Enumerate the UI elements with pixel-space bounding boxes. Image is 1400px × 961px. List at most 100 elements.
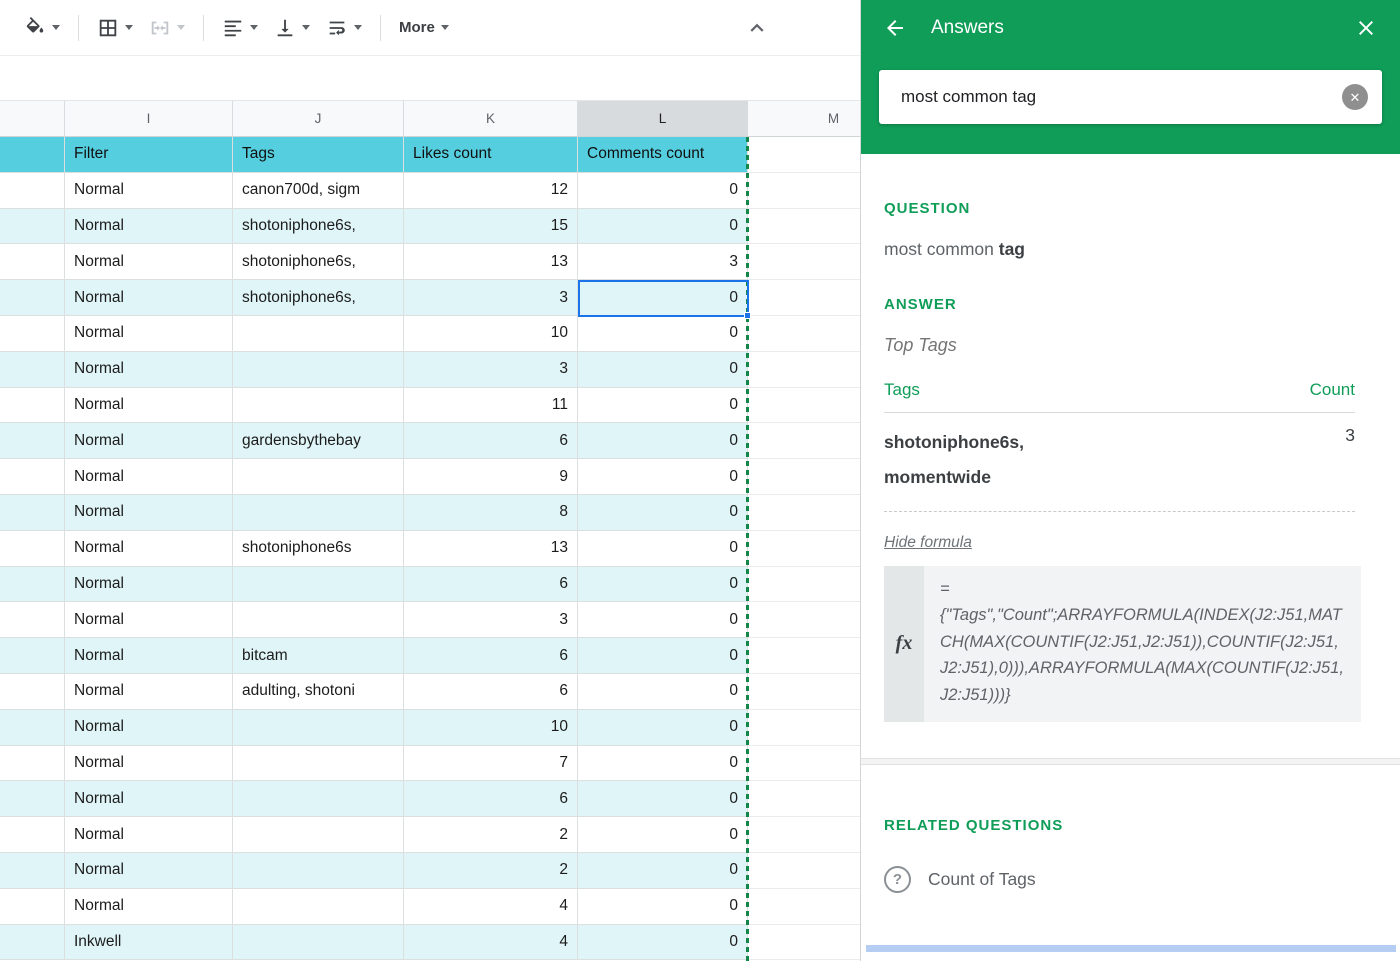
text-wrap-button[interactable] bbox=[318, 11, 370, 45]
cell[interactable] bbox=[0, 352, 65, 388]
cell[interactable] bbox=[0, 889, 65, 925]
cell[interactable]: 4 bbox=[404, 925, 578, 961]
borders-button[interactable] bbox=[89, 11, 141, 45]
horizontal-scrollbar[interactable] bbox=[866, 945, 1396, 952]
cell[interactable]: 0 bbox=[578, 423, 748, 459]
cell[interactable]: bitcam bbox=[233, 638, 404, 674]
cell[interactable]: Normal bbox=[65, 173, 233, 209]
cell[interactable]: canon700d, sigm bbox=[233, 173, 404, 209]
cell[interactable] bbox=[748, 352, 860, 388]
chevron-down-icon[interactable] bbox=[250, 25, 258, 30]
cell[interactable] bbox=[748, 531, 860, 567]
cell[interactable]: 0 bbox=[578, 674, 748, 710]
cell[interactable] bbox=[0, 710, 65, 746]
related-question-item[interactable]: ? Count of Tags bbox=[884, 866, 1355, 893]
chevron-down-icon[interactable] bbox=[354, 25, 362, 30]
cell[interactable]: Normal bbox=[65, 423, 233, 459]
search-box[interactable]: ✕ bbox=[879, 70, 1382, 124]
cell[interactable]: shotoniphone6s, bbox=[233, 280, 404, 316]
cell[interactable] bbox=[748, 746, 860, 782]
cell[interactable] bbox=[0, 388, 65, 424]
cell[interactable] bbox=[748, 388, 860, 424]
cell[interactable] bbox=[0, 244, 65, 280]
cell[interactable] bbox=[233, 567, 404, 603]
cell[interactable] bbox=[748, 602, 860, 638]
cell[interactable] bbox=[0, 423, 65, 459]
cell[interactable]: Normal bbox=[65, 638, 233, 674]
cell[interactable]: 0 bbox=[578, 710, 748, 746]
cell[interactable]: 0 bbox=[578, 209, 748, 245]
cell[interactable]: Normal bbox=[65, 710, 233, 746]
cell[interactable]: 0 bbox=[578, 173, 748, 209]
cell[interactable]: 13 bbox=[404, 244, 578, 280]
cell[interactable]: 7 bbox=[404, 746, 578, 782]
cell[interactable]: Normal bbox=[65, 674, 233, 710]
cell[interactable]: 0 bbox=[578, 602, 748, 638]
cell[interactable] bbox=[748, 817, 860, 853]
merge-cells-button[interactable] bbox=[141, 11, 193, 45]
cell[interactable]: Normal bbox=[65, 781, 233, 817]
column-header[interactable] bbox=[0, 100, 65, 137]
cell[interactable]: 0 bbox=[578, 567, 748, 603]
cell[interactable]: 6 bbox=[404, 423, 578, 459]
column-header-J[interactable]: J bbox=[233, 100, 404, 137]
cell[interactable] bbox=[0, 567, 65, 603]
cell[interactable]: Normal bbox=[65, 567, 233, 603]
cell-comments-header[interactable]: Comments count bbox=[578, 137, 748, 173]
cell[interactable] bbox=[233, 746, 404, 782]
cell[interactable]: 6 bbox=[404, 781, 578, 817]
cell[interactable]: 4 bbox=[404, 889, 578, 925]
cell[interactable]: 6 bbox=[404, 638, 578, 674]
cell[interactable] bbox=[748, 173, 860, 209]
cell[interactable]: Normal bbox=[65, 495, 233, 531]
chevron-down-icon[interactable] bbox=[441, 25, 449, 30]
cell[interactable]: 0 bbox=[578, 746, 748, 782]
cell[interactable] bbox=[233, 316, 404, 352]
cell[interactable]: 2 bbox=[404, 853, 578, 889]
cell[interactable]: 3 bbox=[578, 244, 748, 280]
cell[interactable] bbox=[748, 853, 860, 889]
cell[interactable] bbox=[0, 853, 65, 889]
cell[interactable]: 0 bbox=[578, 316, 748, 352]
cell[interactable]: Normal bbox=[65, 853, 233, 889]
column-header-L-selected[interactable]: L bbox=[578, 100, 748, 137]
cell[interactable]: Normal bbox=[65, 316, 233, 352]
cell[interactable] bbox=[0, 173, 65, 209]
cell[interactable] bbox=[748, 137, 860, 173]
cell[interactable] bbox=[233, 495, 404, 531]
cell[interactable]: 0 bbox=[578, 781, 748, 817]
hide-formula-link[interactable]: Hide formula bbox=[884, 534, 972, 552]
cell[interactable] bbox=[0, 459, 65, 495]
cell[interactable] bbox=[0, 137, 65, 173]
cell[interactable] bbox=[748, 280, 860, 316]
cell[interactable] bbox=[233, 853, 404, 889]
cell[interactable] bbox=[748, 209, 860, 245]
cell[interactable]: Normal bbox=[65, 889, 233, 925]
cell[interactable]: Normal bbox=[65, 280, 233, 316]
search-input[interactable] bbox=[879, 87, 1342, 107]
cell[interactable] bbox=[233, 388, 404, 424]
cell[interactable] bbox=[0, 638, 65, 674]
cell[interactable]: Normal bbox=[65, 388, 233, 424]
chevron-down-icon[interactable] bbox=[177, 25, 185, 30]
cell[interactable]: 0 bbox=[578, 638, 748, 674]
cell[interactable]: 0 bbox=[578, 531, 748, 567]
cell[interactable]: Normal bbox=[65, 602, 233, 638]
cell[interactable] bbox=[233, 925, 404, 961]
cell[interactable] bbox=[748, 495, 860, 531]
close-icon[interactable] bbox=[1354, 16, 1378, 40]
cell[interactable]: 10 bbox=[404, 316, 578, 352]
cell[interactable]: shotoniphone6s bbox=[233, 531, 404, 567]
cell[interactable]: 11 bbox=[404, 388, 578, 424]
cell[interactable] bbox=[0, 817, 65, 853]
cell[interactable]: 0 bbox=[578, 352, 748, 388]
horizontal-align-button[interactable] bbox=[214, 11, 266, 45]
collapse-toolbar-button[interactable] bbox=[744, 15, 770, 46]
cell[interactable] bbox=[748, 567, 860, 603]
cell[interactable] bbox=[233, 459, 404, 495]
back-arrow-icon[interactable] bbox=[883, 16, 907, 40]
cell[interactable]: 0 bbox=[578, 280, 748, 316]
chevron-down-icon[interactable] bbox=[52, 25, 60, 30]
cell[interactable] bbox=[748, 889, 860, 925]
cell[interactable] bbox=[0, 746, 65, 782]
